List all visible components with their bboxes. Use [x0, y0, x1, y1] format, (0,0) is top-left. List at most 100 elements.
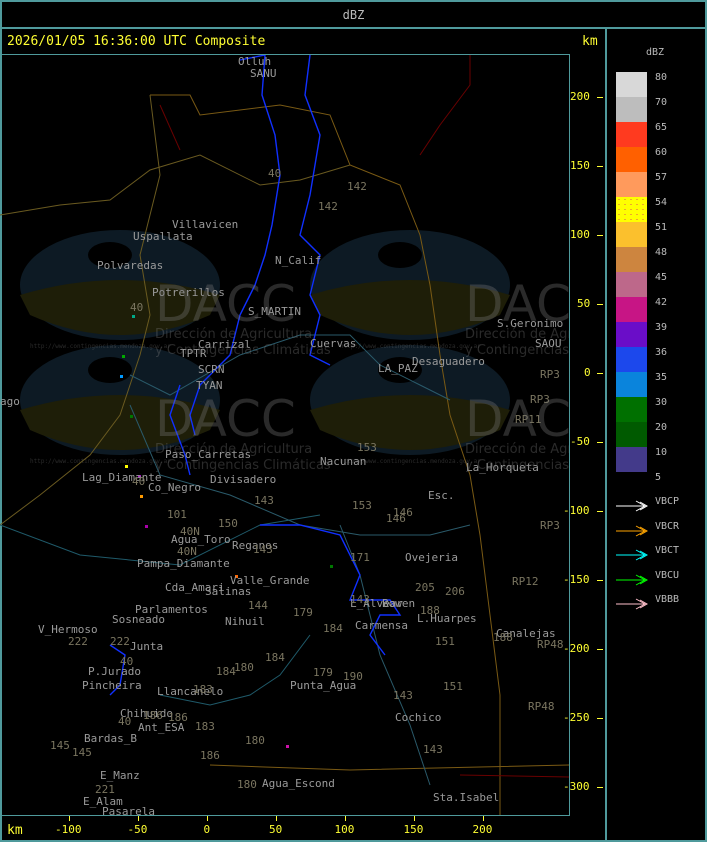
route-number: RP3	[540, 368, 560, 381]
y-tick-label: 100	[570, 228, 590, 241]
x-tick-label: 50	[269, 823, 283, 836]
place-label: N_Calif	[275, 254, 322, 267]
km-unit-top: km	[582, 34, 598, 49]
place-label: Sosneado	[112, 613, 165, 626]
route-number: 142	[347, 180, 367, 193]
place-label: Junta	[130, 640, 164, 653]
place-label: Agua_Escond	[262, 777, 335, 790]
km-unit-bottom: km	[7, 823, 23, 838]
place-label: Co_Negro	[148, 481, 201, 494]
route-number: 40	[118, 715, 132, 728]
legend-level-label: 30	[655, 397, 668, 408]
x-tick-label: 0	[203, 823, 211, 836]
watermark-line2: y Contingencias Climáticas	[155, 458, 331, 473]
watermark-url: http://www.contingencias.mendoza.gov.ar	[340, 343, 481, 350]
watermark-url: http://www.contingencias.mendoza.gov.ar	[30, 343, 171, 350]
legend-level-label: 51	[655, 222, 668, 233]
watermark-brand: DACC	[155, 390, 296, 448]
echo-cell	[140, 495, 143, 498]
watermark-line1: Dirección de Agricultura	[155, 442, 313, 457]
y-tick-label: -150	[563, 573, 590, 586]
radar-label: VBCP	[655, 496, 680, 507]
route-number: 143	[393, 689, 413, 702]
radar-map[interactable]: Olluh SANU Villavicen Uspallata Polvaredas Po…	[0, 54, 570, 816]
place-label: Ovejeria	[405, 551, 458, 564]
y-tick-label: -300	[563, 780, 590, 793]
place-label: Divisadero	[210, 473, 277, 486]
route-number: 188	[420, 604, 440, 617]
header-title: dBZ	[342, 8, 365, 22]
place-label: Esc.	[428, 489, 455, 502]
echo-cell	[125, 465, 128, 468]
route-number: 143	[253, 543, 273, 556]
watermark-line1: Dirección de Agricultura	[465, 327, 569, 342]
legend-level-label: 80	[655, 72, 668, 83]
legend-level-label: 10	[655, 447, 668, 458]
y-tick-mark	[597, 166, 603, 167]
echo-cell	[330, 565, 333, 568]
place-label: Bardas_B	[84, 732, 137, 745]
watermark-line2: y Contingencias Climáticas	[155, 343, 331, 358]
radar-label: VBCR	[655, 520, 680, 532]
country-border	[419, 55, 471, 156]
legend-level-label: 65	[655, 122, 668, 133]
legend-swatch	[616, 122, 647, 147]
legend-swatch	[616, 347, 647, 372]
x-tick-mark	[414, 816, 415, 821]
y-tick-mark	[597, 373, 603, 374]
route-number: 206	[445, 585, 465, 598]
y-tick-mark	[597, 787, 603, 788]
watermark-url: http://www.contingencias.mendoza.gov.ar	[340, 458, 481, 465]
legend-swatch	[616, 247, 647, 272]
y-tick-mark	[597, 97, 603, 98]
radar-arrow-icon	[616, 497, 649, 512]
place-label: Uspallata	[133, 230, 193, 243]
echo-cell	[122, 355, 125, 358]
route-number: 144	[248, 599, 268, 612]
route-number: 101	[167, 508, 187, 521]
y-tick-mark	[597, 580, 603, 581]
route-number: 186	[200, 749, 220, 762]
place-label: Carmensa	[355, 619, 408, 632]
y-tick-label: 50	[577, 297, 591, 310]
route-number: 143	[423, 743, 443, 756]
route-number: 143	[350, 593, 370, 606]
x-tick-label: -50	[127, 823, 148, 836]
legend-swatch	[616, 422, 647, 447]
y-tick-mark	[597, 235, 603, 236]
route-number: 221	[95, 783, 115, 796]
province-border	[209, 764, 569, 771]
legend-swatch	[616, 172, 647, 197]
route-number: 222	[110, 635, 130, 648]
place-label: Pampa_Diamante	[137, 557, 230, 570]
route-number: 205	[415, 581, 435, 594]
watermark-brand: DACC	[155, 275, 296, 333]
echo-cell	[145, 525, 148, 528]
y-tick-label: -100	[563, 504, 590, 517]
route-number: 183	[193, 683, 213, 696]
legend-swatch	[616, 372, 647, 397]
route-number: 40	[132, 475, 146, 488]
route-number: RP3	[540, 519, 560, 532]
place-label: Pasarela	[102, 805, 155, 816]
legend-level-label: 57	[655, 172, 668, 183]
x-tick-mark	[276, 816, 277, 821]
y-tick-label: -200	[563, 642, 590, 655]
route-number: 153	[352, 499, 372, 512]
legend-swatch	[616, 147, 647, 172]
x-tick-label: 100	[334, 823, 355, 836]
place-label: SANU	[250, 67, 277, 80]
echo-cell	[132, 315, 135, 318]
legend-level-label: 39	[655, 322, 668, 333]
echo-outline	[260, 524, 402, 656]
y-tick-label: -50	[570, 435, 590, 448]
y-tick-mark	[597, 442, 603, 443]
title-bar: dBZ	[0, 0, 707, 29]
legend-level-label: 60	[655, 147, 668, 158]
route-number: 40N	[180, 525, 200, 538]
route-number: 145	[72, 746, 92, 759]
x-tick-label: -100	[55, 823, 82, 836]
legend-level-label: 42	[655, 297, 668, 308]
place-label: Cda_Amari	[165, 581, 225, 594]
legend-swatch	[616, 322, 647, 347]
